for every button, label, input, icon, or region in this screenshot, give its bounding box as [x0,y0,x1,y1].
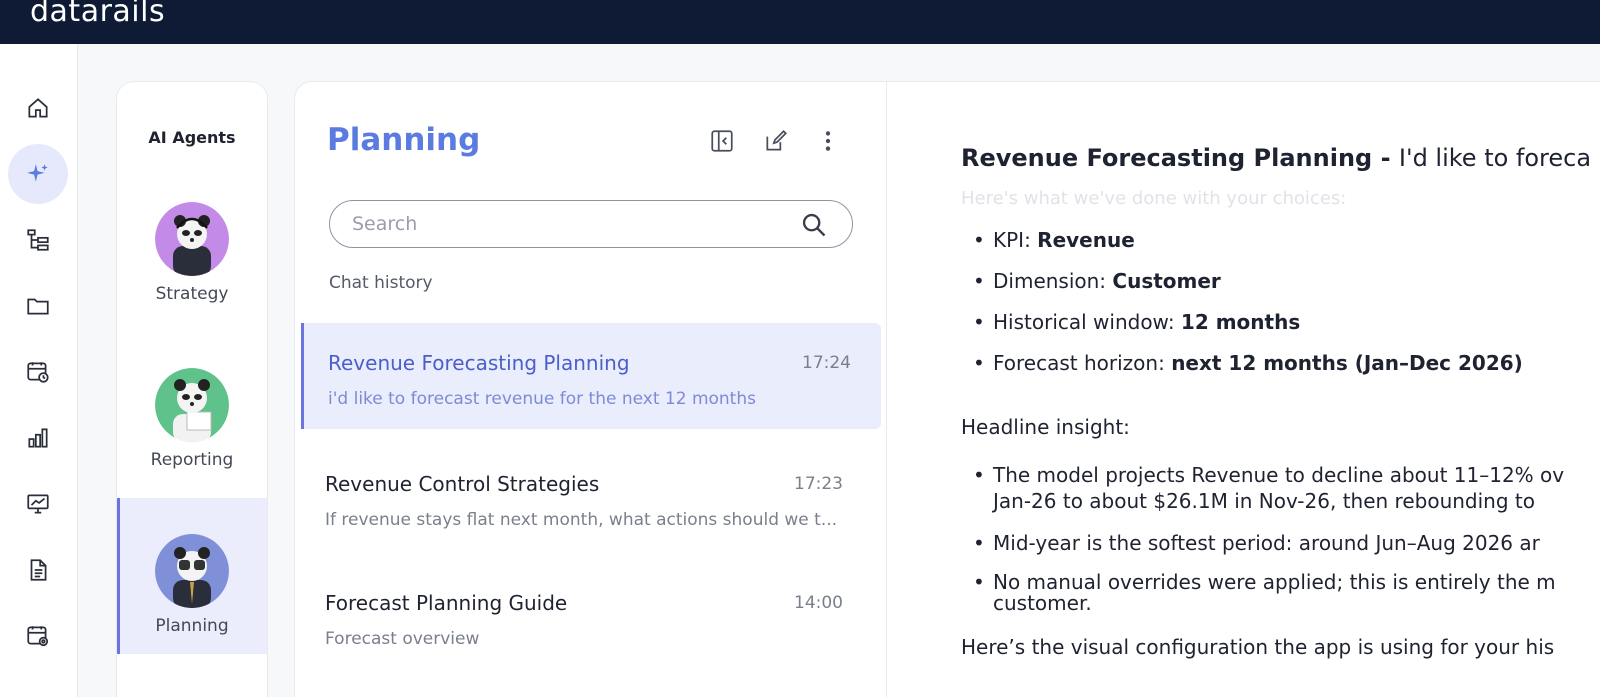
choice-label: KPI: [993,228,1038,252]
choice-value: next 12 months (Jan–Dec 2026) [1171,351,1523,375]
choice-label: Historical window: [993,310,1181,334]
choice-value: 12 months [1180,310,1301,334]
list-item: Dimension: Customer [961,269,1523,293]
dashboard-button[interactable] [8,474,68,534]
agent-name-planning: Planning [155,616,229,636]
insights-list: The model projects Revenue to decline ab… [961,462,1564,614]
agent-reporting[interactable]: Reporting [117,332,267,488]
chat-item[interactable]: Revenue Forecasting Planning 17:24 i'd l… [301,323,881,429]
choice-label: Dimension: [993,269,1113,293]
ai-agents-button[interactable] [8,144,68,204]
documents-button[interactable] [8,540,68,600]
planning-avatar [155,534,229,608]
chat-list-pane: Planning Chat history Revenue Forecastin… [295,82,887,697]
calendar-settings-icon [27,626,49,647]
new-chat-button[interactable] [761,126,791,156]
chat-title: Revenue Forecasting Planning [328,351,630,375]
files-button[interactable] [8,276,68,336]
hierarchy-button[interactable] [8,210,68,270]
bar-chart-icon [28,428,48,448]
list-item: Mid-year is the softest period: around J… [961,530,1564,556]
agent-name-strategy: Strategy [155,284,229,304]
choice-value: Revenue [1037,228,1135,252]
message-title-rest: I'd like to foreca [1398,144,1592,172]
chat-subtitle: i'd like to forecast revenue for the nex… [328,389,756,409]
chat-item[interactable]: Revenue Control Strategies 17:23 If reve… [301,444,881,550]
list-item: No manual overrides were applied; this i… [961,572,1564,614]
top-bar: datarails [0,0,1600,44]
strategy-avatar [155,202,229,276]
footer-line: Here’s the visual configuration the app … [961,635,1555,659]
planning-panel: Planning Chat history Revenue Forecastin… [294,81,1600,697]
insight-line: Jan-26 to about $26.1M in Nov-26, then r… [993,489,1535,513]
list-item: The model projects Revenue to decline ab… [961,462,1564,514]
chat-content-pane: Revenue Forecasting Planning - I'd like … [887,82,1600,697]
ai-agents-panel: AI Agents Strategy Reporting Planning [116,81,268,697]
home-button[interactable] [8,78,68,138]
ai-agents-title: AI Agents [148,128,236,147]
collapse-sidebar-button[interactable] [707,126,737,156]
hierarchy-icon [27,229,49,251]
scheduled-reports-button[interactable] [8,342,68,402]
chat-subtitle: If revenue stays flat next month, what a… [325,510,838,530]
collapse-panel-icon [711,130,733,152]
settings-button[interactable] [8,606,68,666]
choice-label: Forecast horizon: [993,351,1172,375]
search-box [329,200,853,248]
list-item: Forecast horizon: next 12 months (Jan–De… [961,351,1523,375]
chat-history-label: Chat history [329,273,433,293]
analytics-button[interactable] [8,408,68,468]
insight-line: The model projects Revenue to decline ab… [993,463,1565,487]
chat-time: 14:00 [794,593,843,613]
monitor-chart-icon [27,494,49,514]
choice-value: Customer [1112,269,1221,293]
agent-planning[interactable]: Planning [117,498,267,654]
headline-label: Headline insight: [961,415,1130,439]
nav-rail [0,44,78,697]
list-item: Historical window: 12 months [961,310,1523,334]
insight-line: customer. [993,591,1092,615]
list-item: KPI: Revenue [961,228,1523,252]
sparkle-icon [27,164,48,182]
message-title-bold: Revenue Forecasting Planning - [961,144,1399,172]
edit-icon [766,130,787,151]
insight-line: No manual overrides were applied; this i… [993,570,1556,594]
chat-subtitle: Forecast overview [325,629,480,649]
chat-title: Revenue Control Strategies [325,472,600,496]
chat-time: 17:24 [802,353,851,373]
chat-item[interactable]: Forecast Planning Guide 14:00 Forecast o… [301,563,881,669]
page-title: Planning [327,122,481,158]
panda-avatar-icon [155,368,229,442]
chat-title: Forecast Planning Guide [325,591,568,615]
panda-avatar-icon [155,202,229,276]
search-input[interactable] [352,211,792,237]
choices-list: KPI: Revenue Dimension: Customer Histori… [961,228,1523,375]
app-logo[interactable]: datarails [30,0,165,29]
more-options-button[interactable] [813,126,843,156]
calendar-clock-icon [27,362,49,383]
search-icon[interactable] [800,211,828,239]
agent-strategy[interactable]: Strategy [117,166,267,322]
document-icon [30,559,47,581]
more-vertical-icon [825,131,831,151]
home-icon [28,98,48,118]
message-title: Revenue Forecasting Planning - I'd like … [961,144,1591,172]
panda-binoculars-icon [155,534,229,608]
agent-name-reporting: Reporting [150,450,234,470]
faded-line: Here's what we've done with your choices… [961,188,1347,209]
insight-line: Mid-year is the softest period: around J… [993,531,1540,555]
reporting-avatar [155,368,229,442]
chat-time: 17:23 [794,474,843,494]
folder-icon [27,298,49,315]
